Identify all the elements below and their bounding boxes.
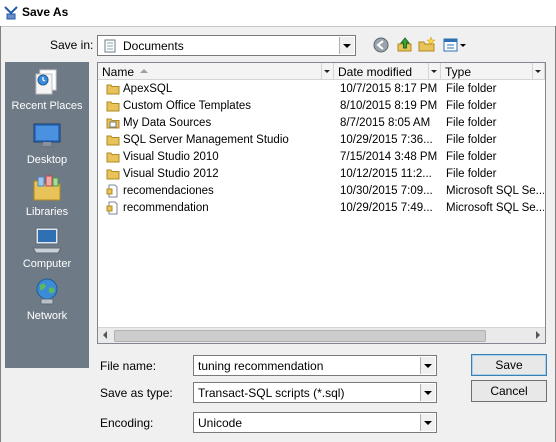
file-name: recomendaciones bbox=[123, 185, 214, 197]
column-date-label: Date modified bbox=[338, 65, 413, 79]
file-row[interactable]: Custom Office Templates 8/10/2015 8:19 PM… bbox=[98, 98, 545, 115]
file-name: Visual Studio 2012 bbox=[123, 168, 219, 180]
place-label: Desktop bbox=[26, 154, 68, 166]
scroll-right-icon[interactable] bbox=[530, 328, 545, 343]
sql-file-icon bbox=[106, 201, 118, 215]
column-filter-dropdown[interactable] bbox=[532, 63, 544, 79]
encoding-label: Encoding: bbox=[100, 416, 154, 430]
desktop-icon bbox=[33, 123, 61, 148]
file-row[interactable]: recommendation 10/29/2015 7:49... Microsof… bbox=[98, 200, 545, 217]
sql-file-icon bbox=[106, 184, 118, 198]
file-name-label: File name: bbox=[100, 359, 157, 373]
view-menu-icon[interactable] bbox=[442, 36, 468, 54]
sort-ascending-icon bbox=[140, 69, 148, 73]
data-sources-folder-icon bbox=[106, 118, 120, 129]
place-label: Computer bbox=[22, 258, 72, 270]
chevron-down-icon bbox=[420, 357, 435, 374]
file-date-modified: 10/29/2015 7:49... bbox=[340, 202, 433, 214]
place-label: Network bbox=[26, 310, 68, 322]
up-one-level-icon[interactable] bbox=[396, 36, 414, 54]
column-header-type[interactable]: Type bbox=[441, 63, 545, 80]
file-row[interactable]: Visual Studio 2012 10/12/2015 11:2... File… bbox=[98, 166, 545, 183]
file-name: SQL Server Management Studio bbox=[123, 134, 289, 146]
file-name-input[interactable]: tuning recommendation bbox=[193, 355, 437, 376]
column-name-label: Name bbox=[102, 65, 135, 79]
title-bar[interactable]: Save As bbox=[0, 0, 556, 27]
network-icon bbox=[36, 278, 58, 305]
place-libraries[interactable]: Libraries bbox=[5, 172, 89, 222]
column-header-name[interactable]: Name bbox=[98, 63, 334, 80]
save-in-dropdown[interactable]: Documents bbox=[97, 35, 356, 56]
file-row[interactable]: ApexSQL 10/7/2015 8:17 PM File folder bbox=[98, 81, 545, 98]
file-row[interactable]: recomendaciones 10/30/2015 7:09... Microso… bbox=[98, 183, 545, 200]
computer-icon bbox=[32, 227, 62, 254]
encoding-dropdown[interactable]: Unicode bbox=[193, 412, 437, 433]
save-button[interactable]: Save bbox=[471, 354, 547, 376]
frame-left bbox=[0, 26, 1, 442]
file-type: Microsoft SQL Se... bbox=[446, 185, 544, 197]
save-as-type-value: Transact-SQL scripts (*.sql) bbox=[198, 386, 345, 400]
folder-icon bbox=[106, 152, 120, 163]
file-type: File folder bbox=[446, 83, 497, 95]
save-as-type-dropdown[interactable]: Transact-SQL scripts (*.sql) bbox=[193, 382, 437, 403]
file-date-modified: 8/7/2015 8:05 AM bbox=[340, 117, 431, 129]
file-name-value: tuning recommendation bbox=[198, 359, 324, 373]
file-row[interactable]: SQL Server Management Studio 10/29/2015 7… bbox=[98, 132, 545, 149]
horizontal-scrollbar[interactable] bbox=[98, 327, 545, 343]
file-date-modified: 10/30/2015 7:09... bbox=[340, 185, 433, 197]
file-type: Microsoft SQL Se... bbox=[446, 202, 544, 214]
file-date-modified: 8/10/2015 8:19 PM bbox=[340, 100, 438, 112]
chevron-down-icon bbox=[339, 37, 354, 54]
folder-icon bbox=[106, 101, 120, 112]
file-row[interactable]: Visual Studio 2010 7/15/2014 3:48 PM File … bbox=[98, 149, 545, 166]
scrollbar-thumb[interactable] bbox=[114, 330, 486, 342]
file-type: File folder bbox=[446, 168, 497, 180]
save-in-value: Documents bbox=[123, 39, 184, 53]
column-type-label: Type bbox=[445, 65, 472, 79]
file-type: File folder bbox=[446, 100, 497, 112]
chevron-down-icon bbox=[420, 384, 435, 401]
column-header-date[interactable]: Date modified bbox=[334, 63, 441, 80]
cancel-button[interactable]: Cancel bbox=[471, 380, 547, 402]
recent-places-icon bbox=[35, 69, 57, 95]
place-network[interactable]: Network bbox=[5, 276, 89, 326]
place-desktop[interactable]: Desktop bbox=[5, 120, 89, 170]
file-name: ApexSQL bbox=[123, 83, 173, 95]
place-label: Recent Places bbox=[11, 100, 83, 112]
file-type: File folder bbox=[446, 117, 497, 129]
file-name: Visual Studio 2010 bbox=[123, 151, 219, 163]
file-name: Custom Office Templates bbox=[123, 100, 252, 112]
file-date-modified: 10/7/2015 8:17 PM bbox=[340, 83, 438, 95]
place-computer[interactable]: Computer bbox=[5, 224, 89, 274]
save-as-dialog: Save As Save in: Documents Recent Places… bbox=[0, 0, 556, 442]
window-title: Save As bbox=[22, 5, 69, 19]
place-label: Libraries bbox=[25, 206, 69, 218]
new-folder-icon[interactable] bbox=[418, 36, 436, 54]
file-date-modified: 10/29/2015 7:36... bbox=[340, 134, 433, 146]
save-in-label: Save in: bbox=[50, 38, 94, 52]
encoding-value: Unicode bbox=[198, 416, 243, 430]
file-date-modified: 10/12/2015 11:2... bbox=[340, 168, 432, 180]
file-row[interactable]: My Data Sources 8/7/2015 8:05 AM File fold… bbox=[98, 115, 545, 132]
place-recent-places[interactable]: Recent Places bbox=[5, 66, 89, 116]
save-as-app-icon bbox=[4, 6, 18, 20]
places-bar: Recent Places Desktop Libraries Computer… bbox=[5, 62, 89, 368]
column-filter-dropdown[interactable] bbox=[321, 63, 333, 79]
documents-icon bbox=[104, 39, 116, 53]
folder-icon bbox=[106, 135, 120, 146]
folder-icon bbox=[106, 84, 120, 95]
scroll-left-icon[interactable] bbox=[98, 328, 113, 343]
libraries-icon bbox=[33, 175, 61, 201]
file-type: File folder bbox=[446, 134, 497, 146]
file-list[interactable]: Name Date modified Type ApexSQL 10/7/2015… bbox=[97, 62, 546, 344]
file-name: recommendation bbox=[123, 202, 209, 214]
file-name: My Data Sources bbox=[123, 117, 212, 129]
file-date-modified: 7/15/2014 3:48 PM bbox=[340, 151, 438, 163]
folder-icon bbox=[106, 169, 120, 180]
back-arrow-icon[interactable] bbox=[372, 36, 390, 54]
chevron-down-icon bbox=[420, 414, 435, 431]
file-type: File folder bbox=[446, 151, 497, 163]
column-filter-dropdown[interactable] bbox=[428, 63, 440, 79]
save-as-type-label: Save as type: bbox=[100, 386, 173, 400]
